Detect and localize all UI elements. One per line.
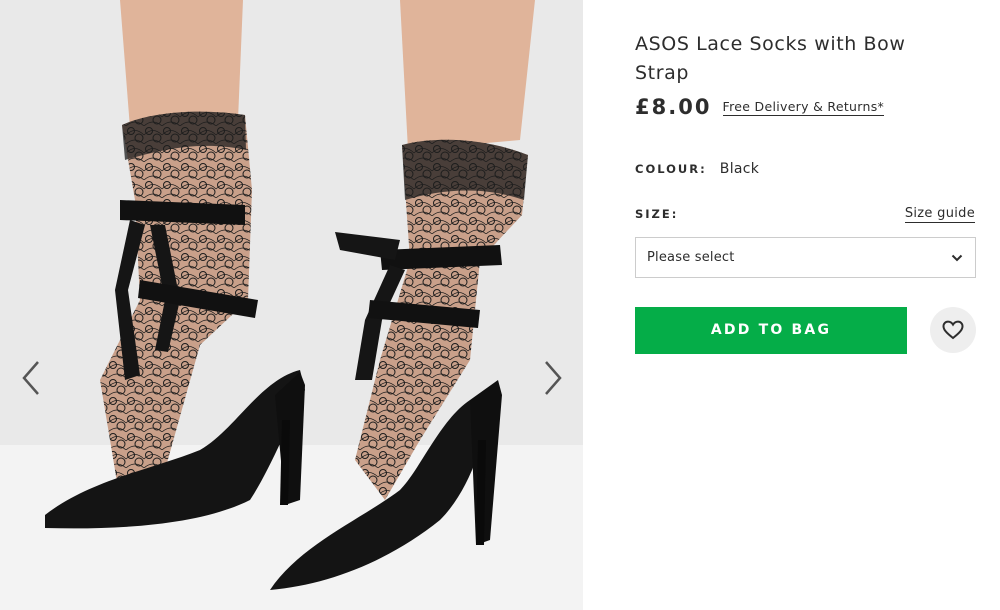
- save-for-later-button[interactable]: [930, 307, 976, 353]
- chevron-left-icon: [22, 361, 39, 395]
- next-image-button[interactable]: [540, 358, 566, 398]
- colour-row: COLOUR: Black: [635, 158, 759, 178]
- colour-value: Black: [719, 161, 760, 177]
- size-guide-link[interactable]: Size guide: [904, 206, 975, 223]
- chevron-right-icon: [545, 361, 562, 395]
- product-price: £8.00: [635, 95, 712, 119]
- size-label: SIZE:: [635, 207, 679, 221]
- size-select[interactable]: Please select: [635, 237, 976, 278]
- chevron-down-icon: [951, 252, 963, 264]
- product-image-gallery: [0, 0, 583, 610]
- size-select-value: Please select: [647, 250, 735, 265]
- add-to-bag-button[interactable]: ADD TO BAG: [635, 307, 907, 354]
- colour-label: COLOUR:: [635, 162, 707, 176]
- product-details-panel: ASOS Lace Socks with Bow Strap £8.00 Fre…: [635, 0, 977, 610]
- free-delivery-returns-link[interactable]: Free Delivery & Returns*: [722, 99, 885, 116]
- heart-icon: [942, 320, 964, 340]
- product-title: ASOS Lace Socks with Bow Strap: [635, 33, 906, 84]
- price-row: £8.00 Free Delivery & Returns*: [635, 95, 885, 125]
- product-photo: [0, 0, 583, 610]
- previous-image-button[interactable]: [18, 358, 44, 398]
